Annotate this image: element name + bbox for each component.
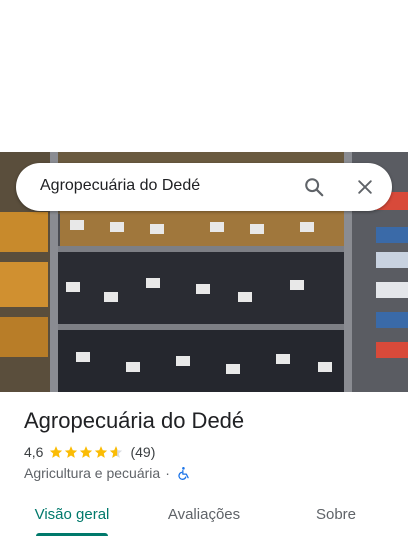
tab-about[interactable]: Sobre (286, 496, 386, 532)
active-tab-indicator (36, 533, 108, 536)
rating-row[interactable]: 4,6 (49) (24, 443, 155, 461)
rating-value: 4,6 (24, 444, 44, 460)
wheelchair-icon (177, 466, 191, 480)
separator: · (165, 465, 170, 481)
tab-reviews[interactable]: Avaliações (154, 496, 254, 532)
place-title: Agropecuária do Dedé (24, 408, 245, 433)
search-bar[interactable]: Agropecuária do Dedé (16, 163, 392, 211)
half-star-icon (110, 446, 123, 458)
category-row: Agricultura e pecuária · (24, 464, 191, 482)
tab-bar: Visão geral Avaliações Sobre (0, 496, 408, 544)
close-icon (358, 180, 372, 194)
blank-header-area (0, 0, 408, 152)
search-button[interactable] (300, 173, 328, 201)
star-rating (49, 445, 124, 459)
star-icon (95, 446, 108, 458)
search-icon (305, 178, 324, 197)
search-input[interactable]: Agropecuária do Dedé (40, 177, 200, 195)
star-icon (50, 446, 63, 458)
tab-overview[interactable]: Visão geral (22, 496, 122, 532)
review-count[interactable]: (49) (130, 444, 155, 460)
place-category: Agricultura e pecuária (24, 465, 161, 481)
star-icon (65, 446, 78, 458)
clear-search-button[interactable] (351, 173, 379, 201)
star-icon (80, 446, 93, 458)
